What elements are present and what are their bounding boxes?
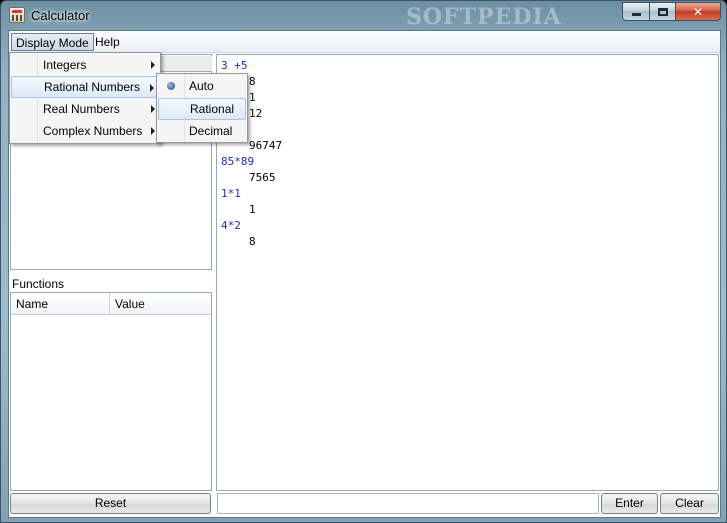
menu-bar: Display Mode Help	[9, 31, 720, 53]
menu-help[interactable]: Help	[91, 33, 124, 51]
minimize-icon	[631, 13, 641, 16]
maximize-icon	[657, 7, 668, 16]
close-icon: ✕	[692, 4, 704, 19]
close-button[interactable]: ✕	[675, 2, 721, 21]
submenu-arrow-icon	[151, 127, 155, 135]
softpedia-watermark: SOFTPEDIA	[406, 4, 562, 30]
radio-selected-icon	[167, 82, 175, 90]
menu-item-label: Rational	[190, 102, 235, 116]
output-result-line: 8	[249, 75, 256, 88]
output-result-line: 96747	[249, 139, 283, 152]
enter-button[interactable]: Enter	[601, 493, 658, 514]
output-panel: 3 +5811266589674785*8975651*114*28	[216, 54, 719, 491]
menu-item-decimal[interactable]: Decimal	[158, 120, 246, 142]
maximize-button[interactable]	[649, 2, 675, 21]
column-header-value[interactable]: Value	[110, 293, 211, 314]
output-result-line: 1	[249, 203, 256, 216]
menu-item-label: Integers	[43, 58, 87, 72]
panel-field[interactable]	[159, 56, 212, 72]
output-input-line: 85*89	[221, 155, 255, 168]
output-input-line: 1*1	[221, 187, 241, 200]
menu-item-label: Real Numbers	[43, 102, 120, 116]
window-title: Calculator	[31, 8, 90, 23]
menu-item-complex-numbers[interactable]: Complex Numbers	[11, 120, 159, 142]
output-result-line: 1	[249, 91, 256, 104]
expression-input[interactable]	[217, 493, 599, 514]
output-input-line: 4*2	[221, 219, 241, 232]
menu-item-auto[interactable]: Auto	[158, 75, 246, 97]
window-controls: ✕	[622, 2, 721, 21]
output-result-line: 7565	[249, 171, 276, 184]
submenu-arrow-icon	[151, 105, 155, 113]
display-mode-menu: Integers Rational Numbers Real Numbers C…	[9, 52, 161, 144]
calculator-window: Calculator SOFTPEDIA ✕ Display Mode Help…	[0, 0, 727, 523]
functions-table: Name Value	[10, 292, 212, 491]
menu-item-label: Complex Numbers	[43, 124, 143, 138]
title-bar[interactable]: Calculator SOFTPEDIA ✕	[1, 1, 726, 30]
output-result-line: 12	[249, 107, 263, 120]
menu-item-real-numbers[interactable]: Real Numbers	[11, 98, 159, 120]
menu-item-label: Rational Numbers	[44, 80, 141, 94]
submenu-arrow-icon	[150, 84, 154, 92]
output-result-line: 8	[249, 235, 256, 248]
table-header: Name Value	[11, 293, 211, 315]
reset-button[interactable]: Reset	[10, 493, 211, 514]
submenu-arrow-icon	[151, 61, 155, 69]
output-input-line: 3 +5	[221, 59, 248, 72]
menu-item-label: Decimal	[189, 124, 233, 138]
clear-button[interactable]: Clear	[660, 493, 719, 514]
calculator-app-icon[interactable]	[9, 7, 25, 23]
column-header-name[interactable]: Name	[11, 293, 110, 314]
menu-item-rational[interactable]: Rational	[158, 98, 246, 120]
rational-numbers-submenu: Auto Rational Decimal	[156, 73, 248, 143]
menu-item-label: Auto	[189, 79, 214, 93]
minimize-button[interactable]	[622, 2, 649, 21]
functions-label: Functions	[12, 277, 65, 291]
menu-display-mode[interactable]: Display Mode	[11, 33, 94, 51]
menu-item-rational-numbers[interactable]: Rational Numbers	[11, 76, 159, 98]
menu-item-integers[interactable]: Integers	[11, 54, 159, 76]
